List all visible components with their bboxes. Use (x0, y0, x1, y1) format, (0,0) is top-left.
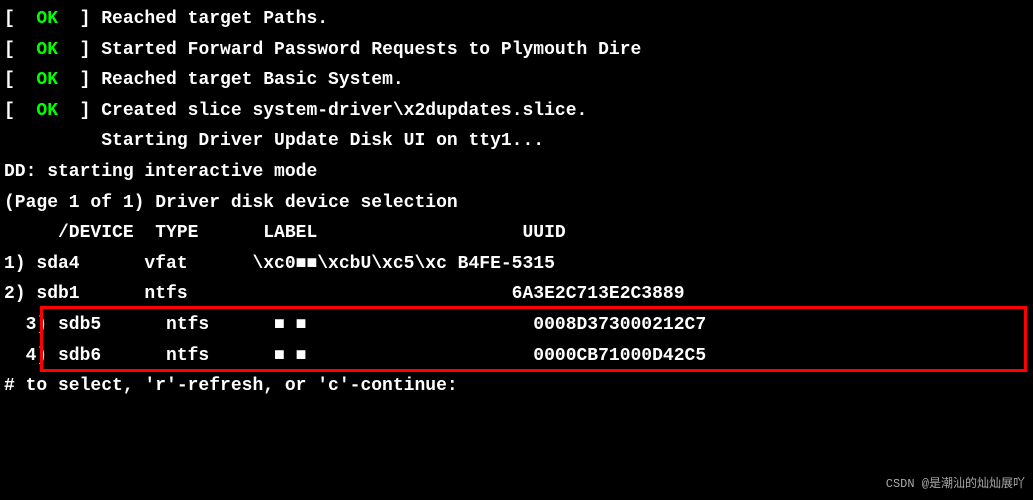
bracket: [ (4, 9, 36, 29)
message: ] Reached target Basic System. (58, 70, 404, 90)
device-row-2[interactable]: 2) sdb1 ntfs 6A3E2C713E2C3889 (4, 279, 1033, 310)
dd-mode-line: DD: starting interactive mode (4, 157, 1033, 188)
boot-line-2: [ OK ] Started Forward Password Requests… (4, 35, 1033, 66)
boot-line-5: Starting Driver Update Disk UI on tty1..… (4, 126, 1033, 157)
table-header: /DEVICE TYPE LABEL UUID (4, 218, 1033, 249)
device-row-1[interactable]: 1) sda4 vfat \xc0■■\xcbU\xc5\xc B4FE-531… (4, 249, 1033, 280)
device-row-4[interactable]: 4) sdb6 ntfs ■ ■ 0000CB71000D42C5 (4, 341, 1033, 372)
page-header: (Page 1 of 1) Driver disk device selecti… (4, 188, 1033, 219)
ok-status: OK (36, 70, 58, 90)
boot-line-1: [ OK ] Reached target Paths. (4, 4, 1033, 35)
message: ] Created slice system-driver\x2dupdates… (58, 101, 587, 121)
device-row-3[interactable]: 3) sdb5 ntfs ■ ■ 0008D373000212C7 (4, 310, 1033, 341)
ok-status: OK (36, 101, 58, 121)
message: ] Reached target Paths. (58, 9, 328, 29)
boot-line-4: [ OK ] Created slice system-driver\x2dup… (4, 96, 1033, 127)
ok-status: OK (36, 40, 58, 60)
message: ] Started Forward Password Requests to P… (58, 40, 641, 60)
bracket: [ (4, 40, 36, 60)
bracket: [ (4, 101, 36, 121)
prompt-line[interactable]: # to select, 'r'-refresh, or 'c'-continu… (4, 371, 1033, 402)
watermark: CSDN @是潮汕的灿灿展吖 (886, 474, 1025, 494)
ok-status: OK (36, 9, 58, 29)
bracket: [ (4, 70, 36, 90)
boot-line-3: [ OK ] Reached target Basic System. (4, 65, 1033, 96)
